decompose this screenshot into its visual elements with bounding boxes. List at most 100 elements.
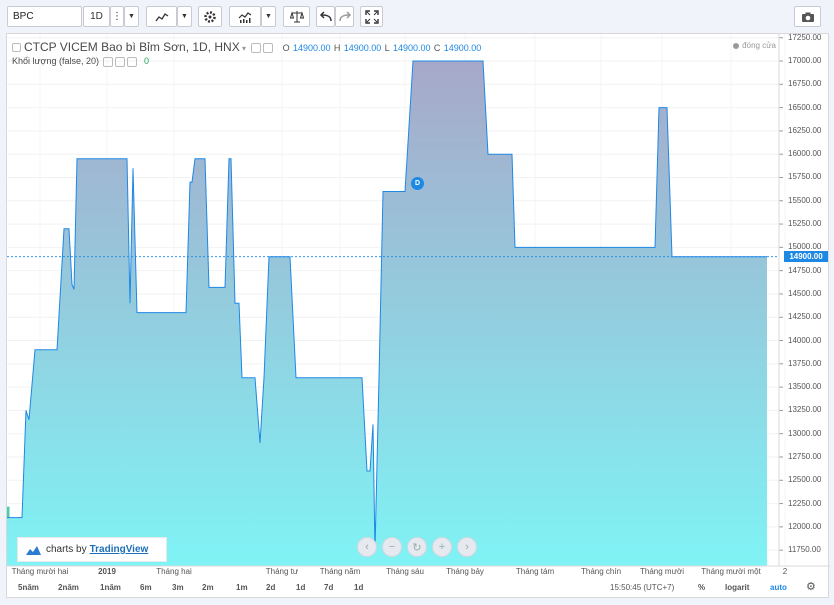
gear-icon[interactable] — [198, 6, 222, 27]
timeframe-button[interactable]: 1d — [296, 583, 305, 592]
scroll-left-button[interactable]: ‹ — [357, 537, 377, 557]
legend-title-row: CTCP VICEM Bao bì Bỉm Sơn, 1D, HNX ▾ O 1… — [12, 40, 481, 54]
y-tick-label: 14750.00 — [788, 265, 822, 275]
x-tick-label: Tháng mười một — [701, 567, 761, 576]
x-tick-label: Tháng mười hai — [11, 567, 69, 576]
chevron-down-icon[interactable]: ▾ — [240, 44, 246, 53]
x-tick-label: Tháng hai — [156, 567, 192, 576]
settings-icon[interactable] — [115, 56, 126, 67]
y-tick-label: 14250.00 — [788, 312, 822, 322]
price-chart[interactable] — [7, 34, 830, 579]
volume-value: 0 — [144, 56, 150, 66]
high-label: H — [333, 43, 341, 53]
y-tick-label: 16750.00 — [788, 79, 822, 89]
camera-icon[interactable] — [794, 6, 821, 27]
y-tick-label: 15750.00 — [788, 172, 822, 182]
timeframe-button[interactable]: 2m — [202, 583, 214, 592]
zoom-out-button[interactable]: − — [382, 537, 402, 557]
zoom-in-button[interactable]: + — [432, 537, 452, 557]
fullscreen-icon[interactable] — [360, 6, 383, 27]
y-tick-label: 15500.00 — [788, 195, 822, 205]
y-tick-label: 16500.00 — [788, 102, 822, 112]
y-tick-label: 13250.00 — [788, 405, 822, 415]
y-tick-label: 12000.00 — [788, 521, 822, 531]
volume-label: Khối lượng (false, 20) — [12, 56, 99, 66]
y-tick-label: 14000.00 — [788, 335, 822, 345]
y-tick-label: 12250.00 — [788, 498, 822, 508]
auto-toggle[interactable]: auto — [770, 583, 787, 592]
x-tick-label: Tháng tư — [265, 567, 299, 576]
bottom-bar: 5năm 2năm 1năm 6m 3m 2m 1m 2d 1d 7d 1d 15:50:45 (U… — [0, 577, 834, 599]
y-tick-label: 12500.00 — [788, 475, 822, 485]
hide-icon[interactable] — [103, 56, 114, 67]
x-tick-label: Tháng chín — [580, 567, 622, 576]
close-label: C — [433, 43, 441, 53]
y-tick-label: 15250.00 — [788, 219, 822, 229]
timeframe-button[interactable]: 1năm — [100, 583, 121, 592]
clock-time: 15:50:45 (UTC+7) — [610, 583, 675, 592]
percent-toggle[interactable]: % — [698, 583, 705, 592]
timeframe-button[interactable]: 2năm — [58, 583, 79, 592]
undo-icon[interactable] — [316, 6, 335, 27]
close-value: 14900.00 — [443, 43, 482, 53]
y-tick-label: 16250.00 — [788, 125, 822, 135]
indicators-icon[interactable] — [229, 6, 261, 27]
timeframe-button[interactable]: 2d — [266, 583, 275, 592]
y-tick-label: 16000.00 — [788, 149, 822, 159]
timeframe-button[interactable]: 3m — [172, 583, 184, 592]
line-chart-icon[interactable] — [146, 6, 177, 27]
close-icon[interactable] — [127, 56, 138, 67]
y-tick-label: 13500.00 — [788, 382, 822, 392]
y-tick-label: 17250.00 — [788, 32, 822, 42]
toolbar: 1D ⋮ ▼ ▼ ▼ — [0, 0, 834, 32]
redo-icon[interactable] — [335, 6, 354, 27]
y-tick-label: 17000.00 — [788, 56, 822, 66]
app-window: 1D ⋮ ▼ ▼ ▼ — [0, 0, 834, 605]
low-label: L — [384, 43, 390, 53]
scroll-right-button[interactable]: › — [457, 537, 477, 557]
timeframe-button[interactable]: 6m — [140, 583, 152, 592]
timeframe-button[interactable]: 5năm — [18, 583, 39, 592]
x-tick-label: Tháng sáu — [386, 567, 424, 576]
last-price-tag: 14900.00 — [784, 251, 828, 263]
x-tick-label: Tháng tám — [515, 567, 555, 576]
interval-button[interactable]: 1D — [83, 6, 110, 27]
x-tick-label: Tháng năm — [319, 567, 361, 576]
y-tick-label: 15000.00 — [788, 242, 822, 252]
high-value: 14900.00 — [343, 43, 382, 53]
hide-icon[interactable] — [251, 42, 262, 53]
compare-scale-icon[interactable] — [283, 6, 310, 27]
y-tick-label: 13000.00 — [788, 428, 822, 438]
dropdown-icon[interactable]: ▼ — [177, 6, 192, 27]
x-tick-label: 2019 — [98, 567, 116, 576]
dropdown-icon[interactable]: ▼ — [261, 6, 276, 27]
dropdown-icon[interactable]: ▼ — [124, 6, 139, 27]
more-vert-icon[interactable]: ⋮ — [110, 6, 124, 27]
x-tick-label: Tháng bảy — [446, 567, 484, 576]
gear-icon[interactable]: ⚙ — [806, 580, 816, 593]
close-series-label: đóng cửa — [733, 41, 776, 50]
x-tick-label: Tháng mười — [640, 567, 684, 576]
timeframe-button[interactable]: 1d — [354, 583, 363, 592]
legend-title: CTCP VICEM Bao bì Bỉm Sơn, 1D, HNX — [24, 40, 240, 54]
tradingview-watermark[interactable]: charts by TradingView — [17, 537, 167, 562]
timeframe-button[interactable]: 7d — [324, 583, 333, 592]
volume-legend: Khối lượng (false, 20) 0 — [12, 56, 149, 67]
open-label: O — [282, 43, 290, 53]
reset-button[interactable]: ↻ — [407, 537, 427, 557]
y-tick-label: 14500.00 — [788, 288, 822, 298]
chart-frame[interactable]: CTCP VICEM Bao bì Bỉm Sơn, 1D, HNX ▾ O 1… — [6, 32, 830, 598]
symbol-input[interactable] — [7, 6, 82, 27]
open-value: 14900.00 — [293, 43, 331, 53]
log-toggle[interactable]: logarit — [725, 583, 749, 592]
cloud-icon — [26, 545, 41, 555]
y-tick-label: 13750.00 — [788, 358, 822, 368]
settings-icon[interactable] — [263, 42, 274, 53]
low-value: 14900.00 — [393, 43, 431, 53]
x-tick-label: 2 — [782, 567, 788, 576]
timeframe-button[interactable]: 1m — [236, 583, 248, 592]
price-area — [7, 61, 767, 566]
collapse-icon[interactable] — [12, 43, 21, 53]
y-tick-label: 11750.00 — [788, 545, 821, 555]
y-tick-label: 12750.00 — [788, 451, 822, 461]
